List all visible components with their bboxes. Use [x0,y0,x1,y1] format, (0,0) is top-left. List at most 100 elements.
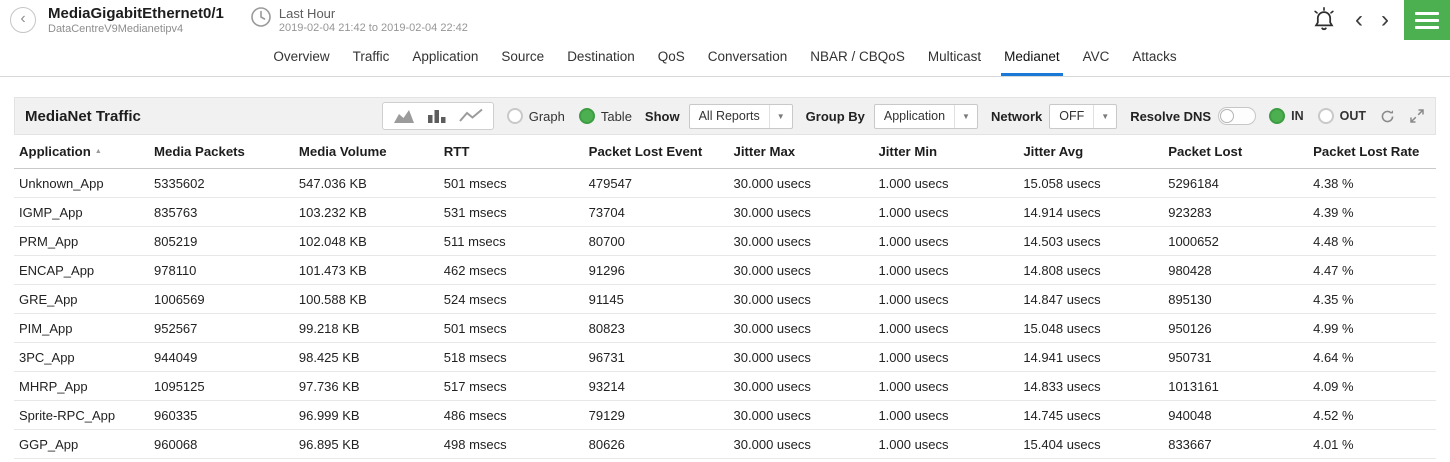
tab-medianet[interactable]: Medianet [1001,40,1063,76]
table-cell: 15.048 usecs [1001,321,1146,336]
toolbar: MediaNet Traffic Graph Table Show [14,97,1436,135]
table-cell: 14.745 usecs [1001,408,1146,423]
table-cell: 103.232 KB [277,205,422,220]
table-cell: 30.000 usecs [712,292,857,307]
table-cell: 79129 [567,408,712,423]
network-dropdown[interactable]: OFF ▼ [1049,104,1117,129]
table-row[interactable]: ENCAP_App978110101.473 KB462 msecs912963… [14,256,1436,285]
column-header[interactable]: Packet Lost Event [567,144,712,159]
table-radio[interactable] [579,108,595,124]
column-header[interactable]: Media Volume [277,144,422,159]
group-by-label: Group By [806,109,865,124]
tab-avc[interactable]: AVC [1080,40,1113,76]
tab-bar: Overview Traffic Application Source Destinat… [0,40,1450,77]
menu-button[interactable] [1404,0,1450,40]
area-chart-icon[interactable] [387,105,421,127]
table-cell: 4.09 % [1291,379,1436,394]
in-radio[interactable] [1269,108,1285,124]
table-row[interactable]: GGP_App96006896.895 KB498 msecs8062630.0… [14,430,1436,459]
column-header[interactable]: RTT [422,144,567,159]
table-cell: 923283 [1146,205,1291,220]
tab-overview[interactable]: Overview [270,40,332,76]
tab-nbar-cbqos[interactable]: NBAR / CBQoS [807,40,908,76]
table-row[interactable]: GRE_App1006569100.588 KB524 msecs9114530… [14,285,1436,314]
application-name-cell: 3PC_App [14,350,132,365]
out-radio[interactable] [1318,108,1334,124]
table-cell: 1000652 [1146,234,1291,249]
table-cell: 14.833 usecs [1001,379,1146,394]
tab-conversation[interactable]: Conversation [705,40,791,76]
table-cell: 835763 [132,205,277,220]
table-radio-label[interactable]: Table [601,109,632,124]
chevron-down-icon: ▼ [1093,105,1116,128]
tab-qos[interactable]: QoS [655,40,688,76]
column-header-label: Jitter Max [734,144,796,159]
tab-application[interactable]: Application [409,40,481,76]
column-header[interactable]: Application▲ [14,144,132,159]
refresh-icon[interactable] [1379,109,1396,124]
resolve-dns-toggle[interactable] [1218,107,1256,125]
previous-interface-button[interactable]: ‹ [1346,0,1372,40]
table-cell: 91145 [567,292,712,307]
application-name-cell: Sprite-RPC_App [14,408,132,423]
tab-source[interactable]: Source [498,40,547,76]
table-cell: 30.000 usecs [712,205,857,220]
table-row[interactable]: 3PC_App94404998.425 KB518 msecs9673130.0… [14,343,1436,372]
table-cell: 98.425 KB [277,350,422,365]
alarm-icon[interactable] [1302,6,1346,34]
table-row[interactable]: Unknown_App5335602547.036 KB501 msecs479… [14,169,1436,198]
table-cell: 980428 [1146,263,1291,278]
in-radio-label[interactable]: IN [1291,109,1304,123]
column-header[interactable]: Jitter Min [856,144,1001,159]
table-row[interactable]: MHRP_App109512597.736 KB517 msecs9321430… [14,372,1436,401]
time-range-selector[interactable]: Last Hour 2019-02-04 21:42 to 2019-02-04… [279,6,468,34]
table-cell: 531 msecs [422,205,567,220]
table-cell: 1.000 usecs [856,379,1001,394]
table-cell: 501 msecs [422,176,567,191]
line-chart-icon[interactable] [453,105,489,127]
show-label: Show [645,109,680,124]
column-header[interactable]: Packet Lost [1146,144,1291,159]
tab-destination[interactable]: Destination [564,40,638,76]
application-name-cell: GGP_App [14,437,132,452]
graph-radio[interactable] [507,108,523,124]
graph-radio-label[interactable]: Graph [529,109,565,124]
table-cell: 30.000 usecs [712,263,857,278]
table-row[interactable]: PIM_App95256799.218 KB501 msecs8082330.0… [14,314,1436,343]
show-dropdown[interactable]: All Reports ▼ [689,104,793,129]
column-header[interactable]: Packet Lost Rate [1291,144,1436,159]
bar-chart-icon[interactable] [421,105,453,127]
table-cell: 950731 [1146,350,1291,365]
table-cell: 96.999 KB [277,408,422,423]
table-cell: 80626 [567,437,712,452]
group-by-dropdown-value: Application [875,109,954,123]
application-name-cell: PIM_App [14,321,132,336]
chevron-left-icon: ‹ [1355,6,1363,33]
back-button[interactable]: ‹ [10,7,36,33]
column-header[interactable]: Media Packets [132,144,277,159]
out-radio-label[interactable]: OUT [1340,109,1366,123]
column-header-label: Media Volume [299,144,387,159]
table-cell: 4.35 % [1291,292,1436,307]
tab-attacks[interactable]: Attacks [1129,40,1179,76]
expand-icon[interactable] [1409,109,1425,123]
next-interface-button[interactable]: › [1372,0,1398,40]
table-cell: 4.64 % [1291,350,1436,365]
table-cell: 96731 [567,350,712,365]
table-row[interactable]: Sprite-RPC_App96033596.999 KB486 msecs79… [14,401,1436,430]
column-header[interactable]: Jitter Max [712,144,857,159]
table-row[interactable]: IGMP_App835763103.232 KB531 msecs7370430… [14,198,1436,227]
chevron-down-icon: ▼ [769,105,792,128]
table-cell: 4.52 % [1291,408,1436,423]
table-cell: 14.914 usecs [1001,205,1146,220]
group-by-dropdown[interactable]: Application ▼ [874,104,978,129]
table-header-row: Application▲Media Packets Media Volume RTT… [14,135,1436,169]
tab-multicast[interactable]: Multicast [925,40,984,76]
tab-traffic[interactable]: Traffic [350,40,393,76]
column-header-label: Packet Lost Rate [1313,144,1419,159]
table-cell: 1013161 [1146,379,1291,394]
application-name-cell: MHRP_App [14,379,132,394]
column-header[interactable]: Jitter Avg [1001,144,1146,159]
network-dropdown-value: OFF [1050,109,1093,123]
table-row[interactable]: PRM_App805219102.048 KB511 msecs8070030.… [14,227,1436,256]
